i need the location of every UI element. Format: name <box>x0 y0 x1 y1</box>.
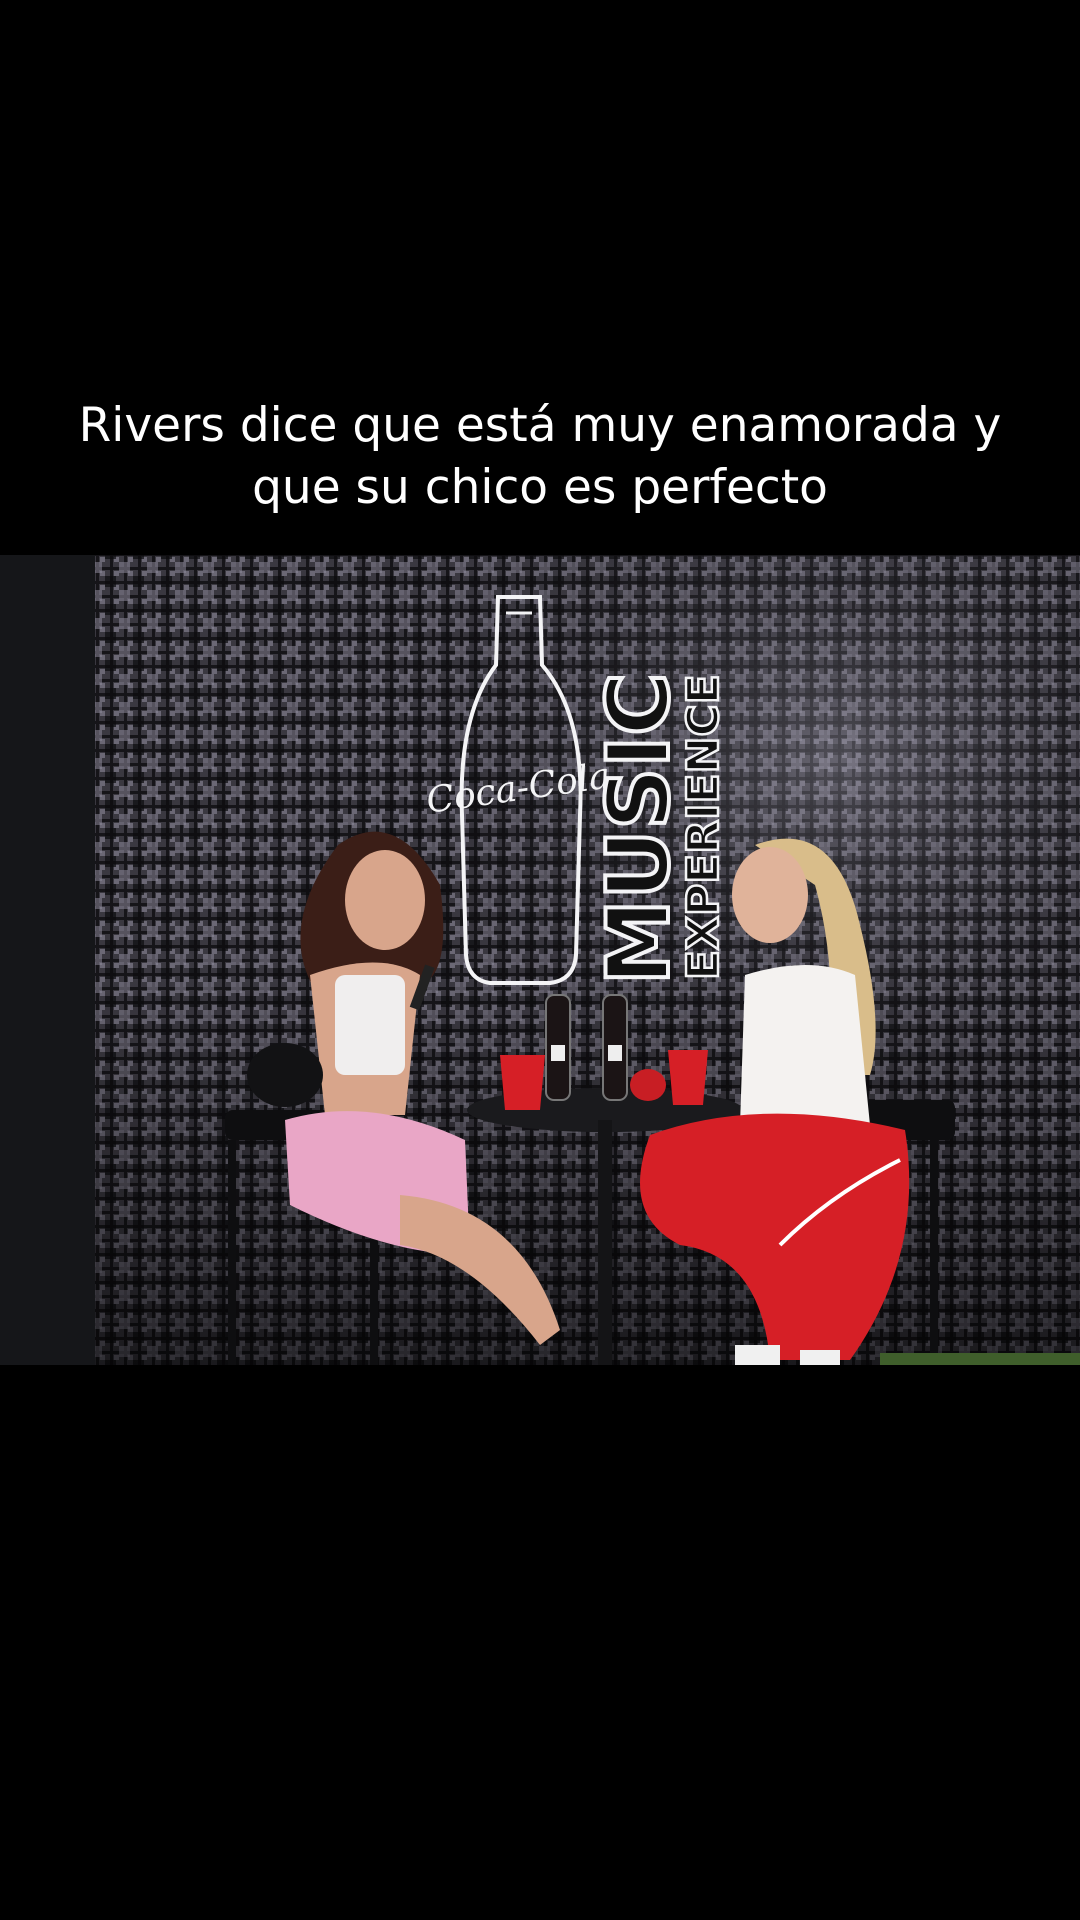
neon-experience-text: EXPERIENCE <box>678 674 729 980</box>
left-wall-edge <box>0 555 95 1365</box>
neon-music-sign: MUSIC EXPERIENCE <box>587 671 730 987</box>
caption-line-2: que su chico es perfecto <box>252 460 828 515</box>
caption-line-1: Rivers dice que está muy enamorada y <box>78 398 1002 453</box>
video-screen[interactable]: Rivers dice que está muy enamorada y que… <box>0 0 1080 1920</box>
video-caption: Rivers dice que está muy enamorada y que… <box>60 395 1020 519</box>
video-scene: Coca-Cola MUSIC EXPERIENCE <box>0 555 1080 1365</box>
grass <box>880 1353 1080 1365</box>
neon-music-text: MUSIC <box>589 673 689 985</box>
video-frame[interactable]: Coca-Cola MUSIC EXPERIENCE <box>0 555 1080 1365</box>
